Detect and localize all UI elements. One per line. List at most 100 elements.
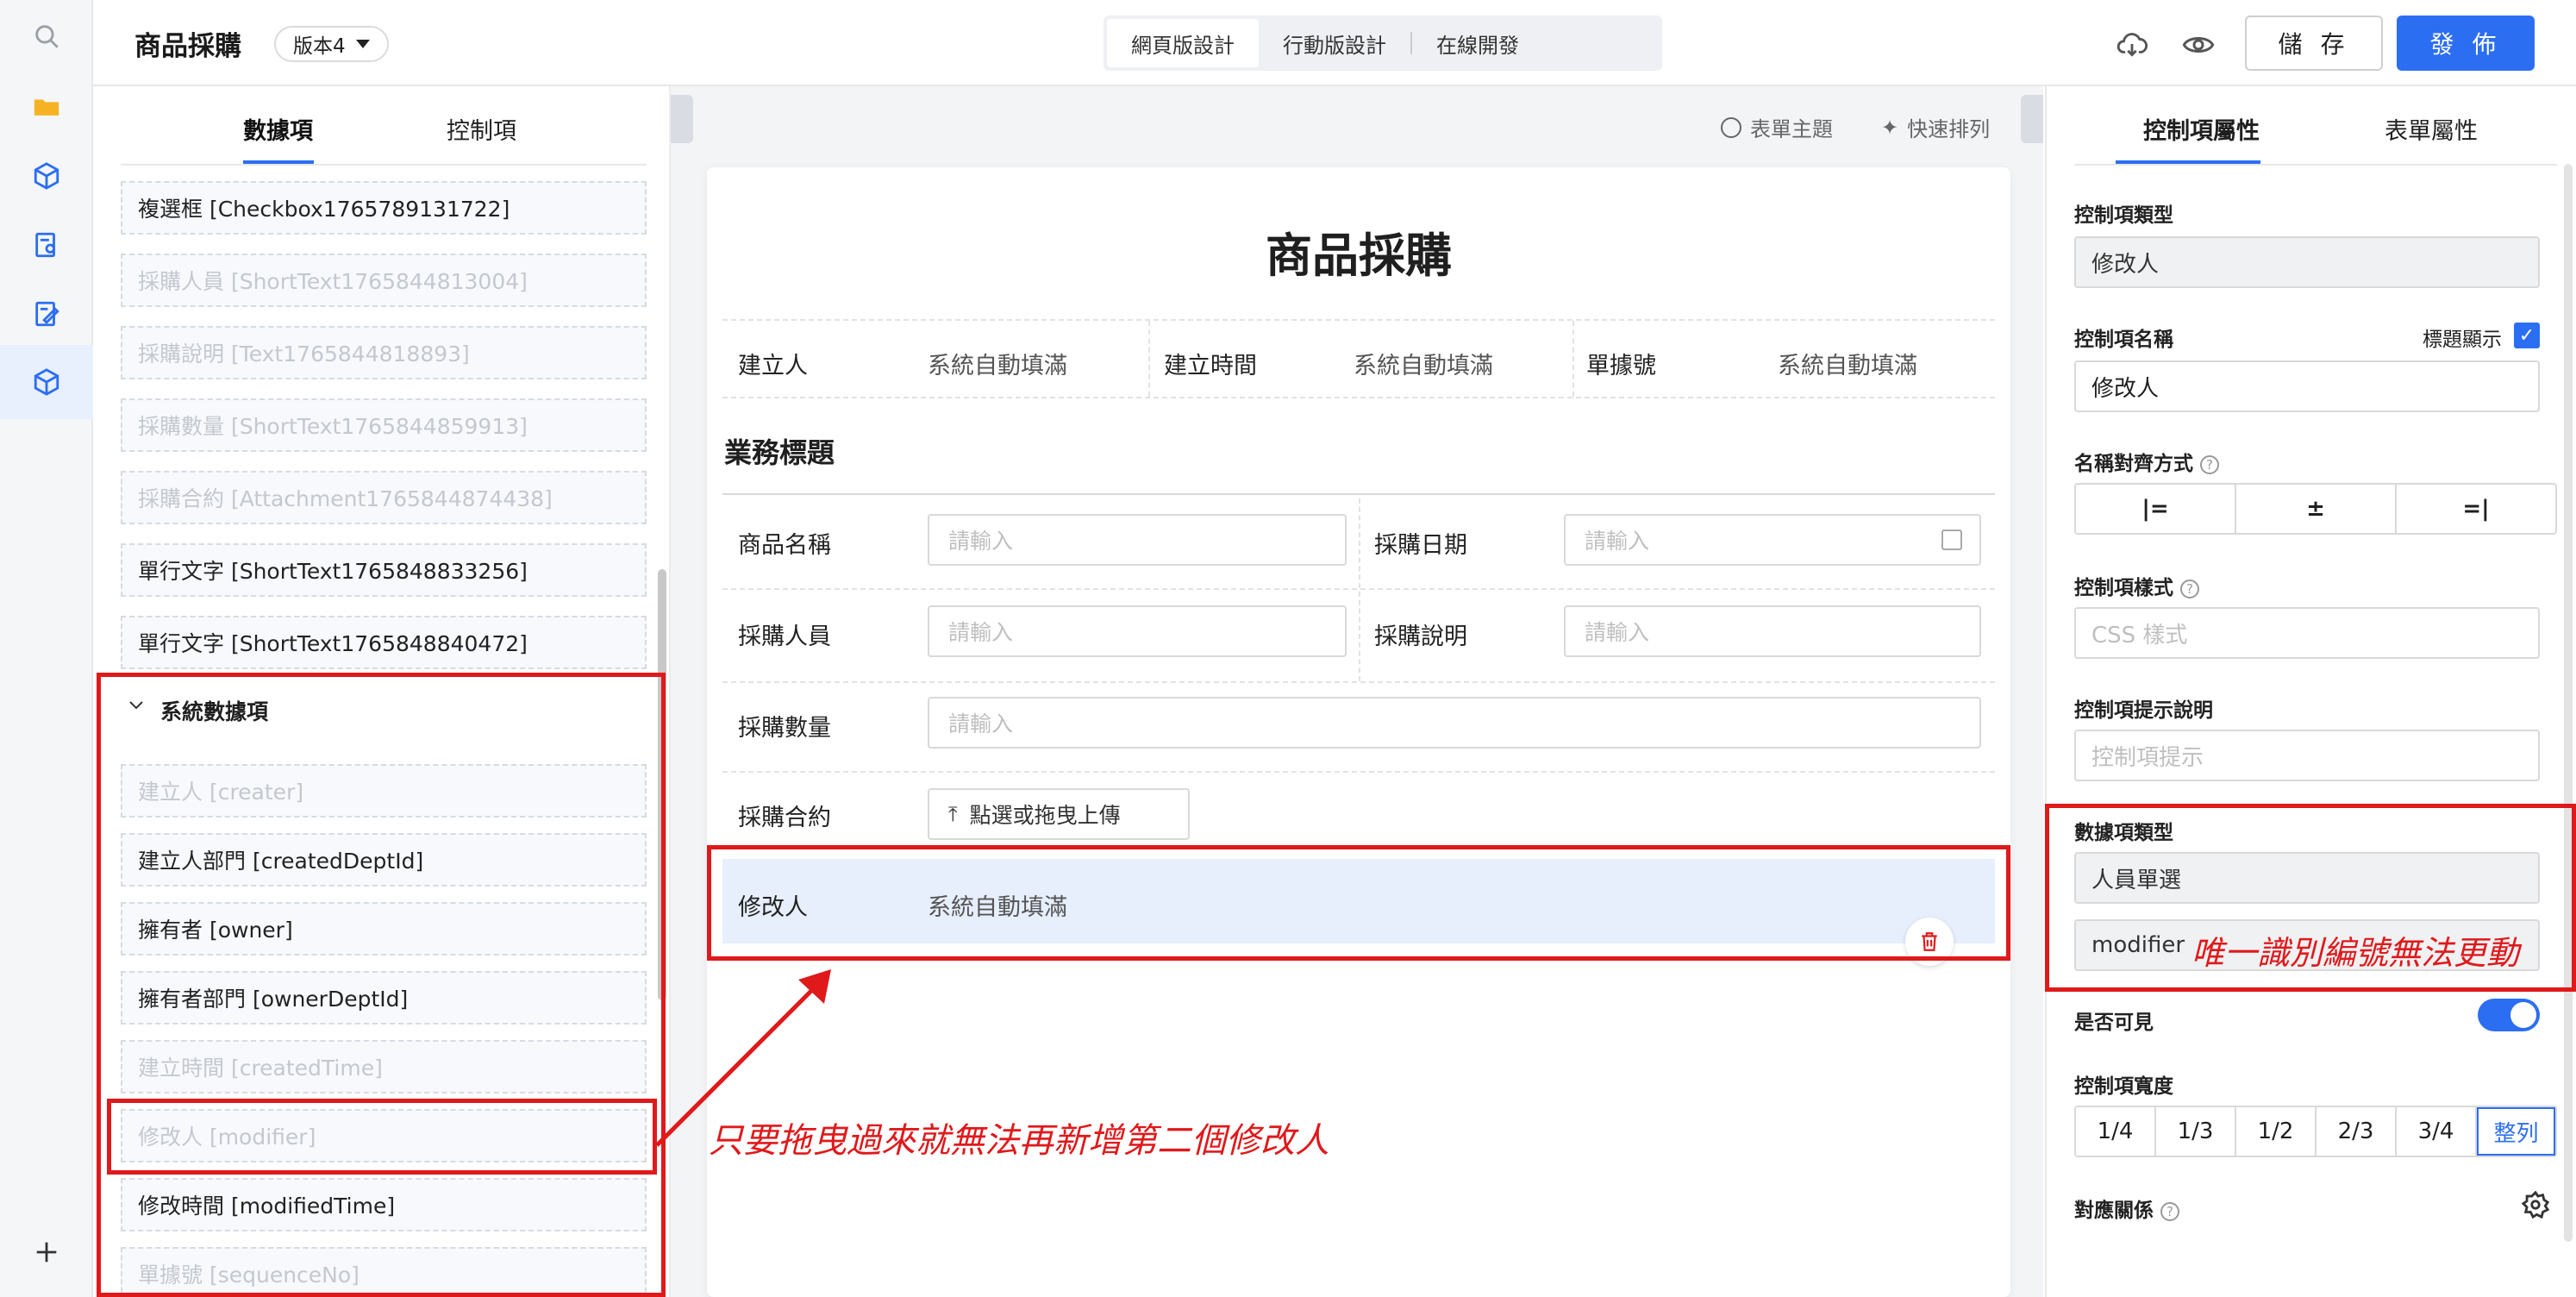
control-name-label: 控制項名稱	[2074, 329, 2173, 351]
show-title-checkbox[interactable]: ✓	[2514, 323, 2540, 348]
align-label-text: 名稱對齊方式	[2074, 453, 2193, 475]
purchase-date-placeholder: 請輸入	[1585, 529, 1650, 554]
tab-web-design[interactable]: 網頁版設計	[1107, 19, 1259, 67]
width-segmented: 1/4 1/3 1/2 2/3 3/4 整列	[2074, 1106, 2557, 1157]
field-label-sequence-no: 單據號	[1586, 353, 1656, 379]
version-label: 版本4	[293, 35, 346, 58]
collapse-right-handle[interactable]	[2021, 95, 2043, 143]
visible-label: 是否可見	[2074, 1012, 2154, 1034]
field-label-purchaser: 採購人員	[738, 623, 831, 650]
field-label-quantity: 採購數量	[738, 715, 831, 742]
cube-icon[interactable]	[19, 148, 74, 204]
section-divider	[722, 493, 1995, 495]
upload-button[interactable]: ⤒ 點選或拖曳上傳	[928, 788, 1190, 840]
divider	[121, 164, 647, 166]
version-dropdown[interactable]: 版本4	[274, 26, 389, 62]
field-label-contract: 採購合約	[738, 805, 831, 831]
section-title: 業務標題	[724, 436, 835, 469]
product-name-input[interactable]: 請輸入	[928, 514, 1347, 566]
align-left-icon[interactable]: |=	[2076, 485, 2236, 533]
help-icon[interactable]: ?	[2160, 1201, 2179, 1221]
tab-controls[interactable]: 控制項	[447, 112, 516, 146]
cube-icon-active[interactable]	[0, 345, 93, 419]
tab-form-properties[interactable]: 表單屬性	[2385, 112, 2478, 146]
width-option-4[interactable]: 3/4	[2397, 1107, 2477, 1156]
description-input[interactable]: 請輸入	[1564, 605, 1981, 657]
publish-button[interactable]: 發 佈	[2397, 16, 2535, 71]
divider	[722, 397, 1995, 398]
data-item-5[interactable]: 單行文字 [ShortText1765848833256]	[121, 543, 647, 597]
toggle-knob	[2510, 1002, 2536, 1028]
field-value-creator: 系統自動填滿	[928, 353, 1067, 379]
annotation-id-note: 唯一識別編號無法更動	[2191, 934, 2520, 972]
align-label: 名稱對齊方式?	[2074, 447, 2219, 476]
width-option-3[interactable]: 2/3	[2317, 1107, 2397, 1156]
cloud-upload-icon[interactable]	[2116, 28, 2148, 60]
tab-mobile-design[interactable]: 行動版設計	[1259, 19, 1410, 67]
quantity-input[interactable]: 請輸入	[928, 697, 1981, 749]
quick-arrange-button[interactable]: ✦ 快速排列	[1881, 112, 1990, 142]
field-label-created-time: 建立時間	[1164, 353, 1257, 379]
visible-toggle[interactable]	[2478, 999, 2540, 1031]
tab-data-items[interactable]: 數據項	[243, 112, 313, 146]
divider	[2074, 164, 2557, 166]
align-segmented: |= ± =|	[2074, 483, 2557, 535]
icon-rail	[0, 0, 93, 1297]
divider	[722, 588, 1995, 590]
tab-online-dev[interactable]: 在線開發	[1412, 19, 1543, 67]
divider	[722, 681, 1995, 683]
field-value-sequence-no: 系統自動填滿	[1778, 353, 1917, 379]
help-icon[interactable]: ?	[2180, 579, 2199, 598]
mapping-label-text: 對應關係	[2074, 1200, 2154, 1222]
css-style-input[interactable]: CSS 樣式	[2074, 607, 2540, 659]
property-panel: 控制項屬性 表單屬性 控制項類型 修改人 控制項名稱 標題顯示 ✓ 修改人 名稱…	[2045, 86, 2576, 1297]
hint-label: 控制項提示說明	[2074, 699, 2213, 722]
data-item-6[interactable]: 單行文字 [ShortText1765848840472]	[121, 616, 647, 669]
mapping-label: 對應關係?	[2074, 1194, 2179, 1223]
design-mode-tabs: 網頁版設計 行動版設計 在線開發	[1104, 16, 1662, 71]
field-label-purchase-date: 採購日期	[1374, 532, 1467, 559]
divider	[722, 771, 1995, 773]
form-theme-button[interactable]: 表單主題	[1721, 112, 1833, 142]
width-option-2[interactable]: 1/2	[2236, 1107, 2317, 1156]
annotation-arrow	[655, 969, 831, 1147]
help-icon[interactable]: ?	[2200, 454, 2219, 474]
folder-icon[interactable]	[19, 79, 74, 135]
purchaser-input[interactable]: 請輸入	[928, 605, 1347, 657]
data-item-3: 採購數量 [ShortText1765844859913]	[121, 398, 647, 452]
align-right-icon[interactable]: =|	[2397, 485, 2555, 533]
scrollbar[interactable]	[2564, 164, 2573, 1242]
width-option-0[interactable]: 1/4	[2076, 1107, 2156, 1156]
annotation-box-system-items	[97, 673, 666, 1297]
hint-input[interactable]: 控制項提示	[2074, 730, 2540, 781]
align-center-icon[interactable]: ±	[2236, 485, 2397, 533]
style-label-text: 控制項樣式	[2074, 577, 2173, 599]
field-label-creator: 建立人	[738, 353, 808, 379]
width-option-1[interactable]: 1/3	[2156, 1107, 2236, 1156]
magic-wand-icon: ✦	[1881, 115, 1899, 140]
purchase-date-input[interactable]: 請輸入	[1564, 514, 1981, 566]
gear-icon[interactable]	[2521, 1190, 2550, 1219]
edit-form-icon[interactable]	[19, 286, 74, 341]
collapse-left-handle[interactable]	[671, 95, 693, 143]
data-item-4: 採購合約 [Attachment1765844874438]	[121, 471, 647, 524]
preview-eye-icon[interactable]	[2181, 28, 2216, 60]
tab-control-properties[interactable]: 控制項屬性	[2143, 112, 2260, 146]
data-item-0[interactable]: 複選框 [Checkbox1765789131722]	[121, 181, 647, 235]
palette-icon	[1721, 116, 1741, 138]
show-title-label: 標題顯示	[2423, 329, 2502, 351]
caret-down-icon	[355, 40, 370, 48]
search-icon[interactable]	[19, 9, 74, 64]
control-type-field: 修改人	[2074, 236, 2540, 288]
plus-icon[interactable]	[19, 1225, 74, 1280]
form-user-icon[interactable]	[19, 217, 74, 273]
save-button[interactable]: 儲 存	[2245, 16, 2383, 71]
quick-arrange-label: 快速排列	[1907, 117, 1991, 141]
form-title: 商品採購	[1266, 229, 1452, 283]
form-theme-label: 表單主題	[1750, 117, 1833, 141]
width-option-5[interactable]: 整列	[2477, 1107, 2555, 1156]
divider	[1148, 321, 1150, 397]
divider	[722, 319, 1995, 321]
data-item-2: 採購說明 [Text1765844818893]	[121, 326, 647, 379]
control-name-input[interactable]: 修改人	[2074, 360, 2540, 412]
